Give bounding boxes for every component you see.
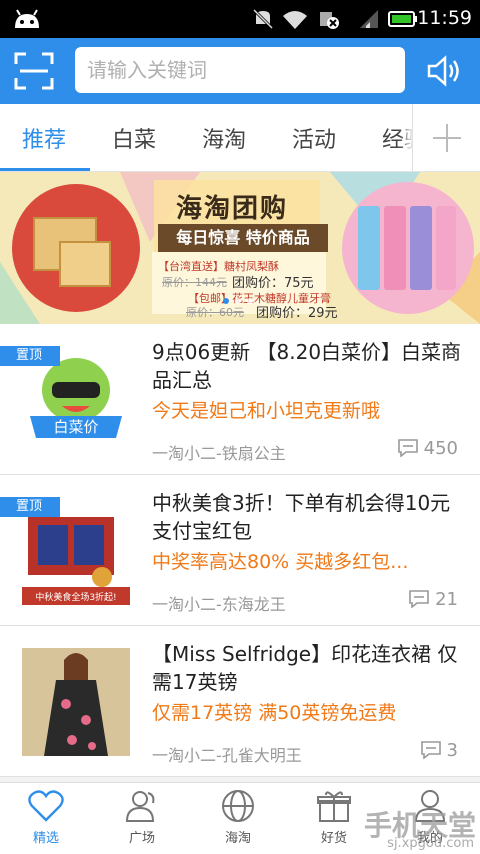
android-icon <box>15 9 39 28</box>
banner-subtitle: 每日惊喜 特价商品 <box>158 224 328 252</box>
wifi-icon <box>283 11 307 29</box>
nav-plaza[interactable]: 广场 <box>112 789 172 846</box>
banner-line1-old: 原价：144元 <box>162 276 227 289</box>
heart-icon <box>28 790 64 822</box>
plus-icon <box>433 124 461 152</box>
comment-icon <box>409 590 429 608</box>
tab-recommend[interactable]: 推荐 <box>22 122 66 154</box>
comment-count-value: 21 <box>435 589 458 610</box>
comment-count-value: 3 <box>446 740 458 761</box>
nav-goods-label: 好货 <box>320 831 347 846</box>
comment-count[interactable]: 3 <box>420 740 458 761</box>
comment-icon <box>397 439 418 457</box>
list-item[interactable]: 置顶 中秋美食全场3折起! 中秋美食3折！下单有机会得10元支付宝红包 中奖率高… <box>0 475 480 626</box>
signal-icon <box>360 10 378 28</box>
item-highlight: 今天是妲己和小坦克更新哦 <box>152 400 381 422</box>
nav-featured-label: 精选 <box>32 831 59 846</box>
pinned-badge: 置顶 <box>0 346 60 366</box>
nav-plaza-label: 广场 <box>128 831 155 846</box>
comment-icon <box>420 741 441 759</box>
search-header <box>0 38 480 104</box>
watermark-url: sj.xpgod.com <box>387 836 474 851</box>
carousel-dots <box>220 289 256 308</box>
list-item[interactable]: 【Miss Selfridge】印花连衣裙 仅需17英镑 仅需17英镑 满50英… <box>0 626 480 777</box>
battery-icon <box>388 11 417 27</box>
tab-activity[interactable]: 活动 <box>292 122 336 154</box>
comment-count[interactable]: 450 <box>397 438 458 459</box>
item-highlight: 仅需17英镑 满50英镑免运费 <box>152 702 397 724</box>
nav-haitao-label: 海淘 <box>224 831 251 846</box>
people-icon <box>125 791 155 822</box>
list-item[interactable]: 置顶 白菜价 9点06更新 【8.20白菜价】白菜商品汇总 今天是妲己和小坦克更… <box>0 324 480 475</box>
item-highlight: 中奖率高达80% 买越多红包... <box>152 551 409 573</box>
item-author: 一淘小二-孔雀大明王 <box>152 746 302 765</box>
nav-haitao[interactable]: 海淘 <box>208 789 268 846</box>
item-title: 中秋美食3折！下单有机会得10元支付宝红包 <box>152 491 451 543</box>
thumb-label: 白菜价 <box>53 418 98 436</box>
status-bar: 11:59 <box>0 0 480 38</box>
carousel-dot <box>223 298 229 304</box>
carousel-dot <box>247 298 253 304</box>
search-input[interactable] <box>75 47 405 93</box>
gift-icon <box>317 791 351 822</box>
item-author: 一淘小二-铁扇公主 <box>152 444 286 463</box>
banner-line2-price: 团购价：29元 <box>256 306 338 321</box>
nav-featured[interactable]: 精选 <box>16 789 76 846</box>
item-thumbnail <box>22 648 130 756</box>
thumb-label: 中秋美食全场3折起! <box>35 591 116 603</box>
promo-banner[interactable]: 海淘团购 每日惊喜 特价商品 【台湾直送】糖村凤梨酥 原价：144元 团购价：7… <box>0 172 480 324</box>
item-title: 【Miss Selfridge】印花连衣裙 仅需17英镑 <box>152 642 458 694</box>
comment-count-value: 450 <box>423 438 458 459</box>
item-title: 9点06更新 【8.20白菜价】白菜商品汇总 <box>152 340 462 392</box>
globe-icon <box>222 790 254 822</box>
category-tabs: 推荐 白菜 海淘 活动 经验 <box>0 104 480 172</box>
sim-icon <box>320 12 339 29</box>
search-box[interactable] <box>75 47 405 93</box>
dress-model-image <box>22 648 130 756</box>
nav-goods[interactable]: 好货 <box>304 789 364 846</box>
status-time: 11:59 <box>417 7 472 29</box>
tab-haitao[interactable]: 海淘 <box>202 122 246 154</box>
tab-baicai[interactable]: 白菜 <box>112 122 156 154</box>
pinned-badge: 置顶 <box>0 497 60 517</box>
item-author: 一淘小二-东海龙王 <box>152 595 286 614</box>
speaker-icon[interactable] <box>426 54 464 88</box>
add-tab-button[interactable] <box>412 104 480 171</box>
feed-list: 置顶 白菜价 9点06更新 【8.20白菜价】白菜商品汇总 今天是妲己和小坦克更… <box>0 324 480 777</box>
scan-icon[interactable] <box>14 52 54 90</box>
carousel-dot <box>235 298 241 304</box>
comment-count[interactable]: 21 <box>409 589 458 610</box>
banner-title: 海淘团购 <box>176 194 289 224</box>
mute-icon <box>252 8 274 30</box>
